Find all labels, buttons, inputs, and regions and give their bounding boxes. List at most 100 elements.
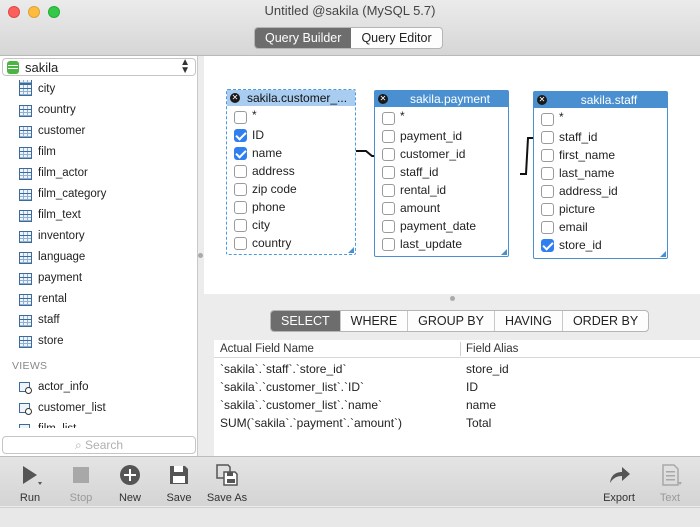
export-button[interactable]: Export (591, 461, 647, 505)
field-row[interactable]: ID (227, 126, 355, 144)
sidebar-item-film-actor[interactable]: film_actor (0, 164, 198, 185)
field-checkbox[interactable] (382, 202, 395, 215)
table-row[interactable]: SUM(`sakila`.`payment`.`amount`) Total (214, 414, 700, 432)
sidebar-item-staff[interactable]: staff (0, 311, 198, 332)
field-checkbox[interactable] (382, 184, 395, 197)
field-row[interactable]: country (227, 234, 355, 252)
field-checkbox[interactable] (541, 131, 554, 144)
sidebar-item-film[interactable]: film (0, 143, 198, 164)
tab-order-by[interactable]: ORDER BY (561, 311, 648, 331)
query-builder-canvas[interactable]: ✕ sakila.customer_... * ID name address … (204, 56, 700, 294)
field-checkbox[interactable] (541, 239, 554, 252)
field-checkbox[interactable] (382, 148, 395, 161)
field-alias-cell[interactable]: name (466, 398, 496, 412)
field-row[interactable]: address_id (534, 182, 667, 200)
field-checkbox[interactable] (234, 111, 247, 124)
table-row[interactable]: `sakila`.`staff`.`store_id` store_id (214, 360, 700, 378)
field-checkbox[interactable] (234, 165, 247, 178)
field-row[interactable]: city (227, 216, 355, 234)
field-row[interactable]: staff_id (375, 163, 508, 181)
field-row[interactable]: email (534, 218, 667, 236)
field-row[interactable]: name (227, 144, 355, 162)
field-checkbox[interactable] (234, 201, 247, 214)
field-checkbox[interactable] (541, 185, 554, 198)
field-row[interactable]: payment_id (375, 127, 508, 145)
sidebar-item-actor-info[interactable]: actor_info (0, 378, 198, 399)
field-checkbox[interactable] (234, 147, 247, 160)
table-row[interactable]: `sakila`.`customer_list`.`name` name (214, 396, 700, 414)
field-alias-cell[interactable]: ID (466, 380, 478, 394)
text-button[interactable]: Text (642, 461, 698, 505)
field-row[interactable]: payment_date (375, 217, 508, 235)
field-row[interactable]: rental_id (375, 181, 508, 199)
field-checkbox[interactable] (541, 167, 554, 180)
sidebar-splitter-handle[interactable] (198, 253, 203, 258)
field-name-cell[interactable]: SUM(`sakila`.`payment`.`amount`) (220, 416, 402, 430)
table-box-header[interactable]: ✕ sakila.staff (534, 92, 667, 108)
tab-select[interactable]: SELECT (271, 311, 340, 331)
sidebar-item-store[interactable]: store (0, 332, 198, 353)
resize-handle[interactable] (660, 251, 666, 257)
field-row[interactable]: * (534, 110, 667, 128)
field-checkbox[interactable] (382, 112, 395, 125)
field-row[interactable]: * (227, 108, 355, 126)
field-row[interactable]: customer_id (375, 145, 508, 163)
sidebar-item-payment[interactable]: payment (0, 269, 198, 290)
field-checkbox[interactable] (382, 166, 395, 179)
sidebar-item-city[interactable]: city (0, 80, 198, 101)
resize-handle[interactable] (348, 247, 354, 253)
field-checkbox[interactable] (234, 183, 247, 196)
sidebar-item-inventory[interactable]: inventory (0, 227, 198, 248)
field-row[interactable]: amount (375, 199, 508, 217)
field-checkbox[interactable] (234, 129, 247, 142)
table-box-staff[interactable]: ✕ sakila.staff * staff_id first_name las… (533, 91, 668, 259)
field-name-cell[interactable]: `sakila`.`customer_list`.`ID` (220, 380, 364, 394)
field-checkbox[interactable] (541, 149, 554, 162)
column-header-field-alias[interactable]: Field Alias (466, 343, 518, 355)
field-checkbox[interactable] (234, 237, 247, 250)
close-icon[interactable]: ✕ (378, 94, 388, 104)
sidebar-item-language[interactable]: language (0, 248, 198, 269)
field-checkbox[interactable] (541, 113, 554, 126)
field-alias-cell[interactable]: Total (466, 416, 491, 430)
field-checkbox[interactable] (541, 203, 554, 216)
field-checkbox[interactable] (234, 219, 247, 232)
column-divider[interactable] (460, 342, 461, 356)
new-button[interactable]: New (102, 461, 158, 505)
field-row[interactable]: last_update (375, 235, 508, 253)
tab-query-editor[interactable]: Query Editor (351, 28, 441, 48)
field-alias-cell[interactable]: store_id (466, 362, 509, 376)
close-icon[interactable]: ✕ (230, 93, 240, 103)
resize-handle[interactable] (501, 249, 507, 255)
field-row[interactable]: * (375, 109, 508, 127)
sidebar-item-customer[interactable]: customer (0, 122, 198, 143)
field-row[interactable]: phone (227, 198, 355, 216)
table-box-header[interactable]: ✕ sakila.customer_... (227, 90, 355, 106)
table-box-customer-list[interactable]: ✕ sakila.customer_... * ID name address … (226, 89, 356, 255)
field-name-cell[interactable]: `sakila`.`customer_list`.`name` (220, 398, 382, 412)
table-box-header[interactable]: ✕ sakila.payment (375, 91, 508, 107)
sidebar-item-rental[interactable]: rental (0, 290, 198, 311)
sidebar-item-country[interactable]: country (0, 101, 198, 122)
field-row[interactable]: last_name (534, 164, 667, 182)
table-row[interactable]: `sakila`.`customer_list`.`ID` ID (214, 378, 700, 396)
field-checkbox[interactable] (541, 221, 554, 234)
field-row[interactable]: zip code (227, 180, 355, 198)
run-button[interactable]: Run (2, 461, 58, 505)
column-header-field-name[interactable]: Actual Field Name (220, 343, 314, 355)
sidebar-item-film-list[interactable]: film_list (0, 420, 198, 428)
field-checkbox[interactable] (382, 130, 395, 143)
field-checkbox[interactable] (382, 220, 395, 233)
field-row[interactable]: address (227, 162, 355, 180)
database-selector[interactable]: sakila ▲ ▼ (2, 58, 196, 76)
field-name-cell[interactable]: `sakila`.`staff`.`store_id` (220, 362, 346, 376)
sidebar-item-customer-list[interactable]: customer_list (0, 399, 198, 420)
save-as-button[interactable]: Save As (199, 461, 255, 505)
sidebar-item-film-category[interactable]: film_category (0, 185, 198, 206)
tab-having[interactable]: HAVING (493, 311, 562, 331)
tab-query-builder[interactable]: Query Builder (255, 28, 352, 48)
table-box-payment[interactable]: ✕ sakila.payment * payment_id customer_i… (374, 90, 509, 257)
sidebar-item-film-text[interactable]: film_text (0, 206, 198, 227)
stop-button[interactable]: Stop (53, 461, 109, 505)
tab-where[interactable]: WHERE (339, 311, 408, 331)
